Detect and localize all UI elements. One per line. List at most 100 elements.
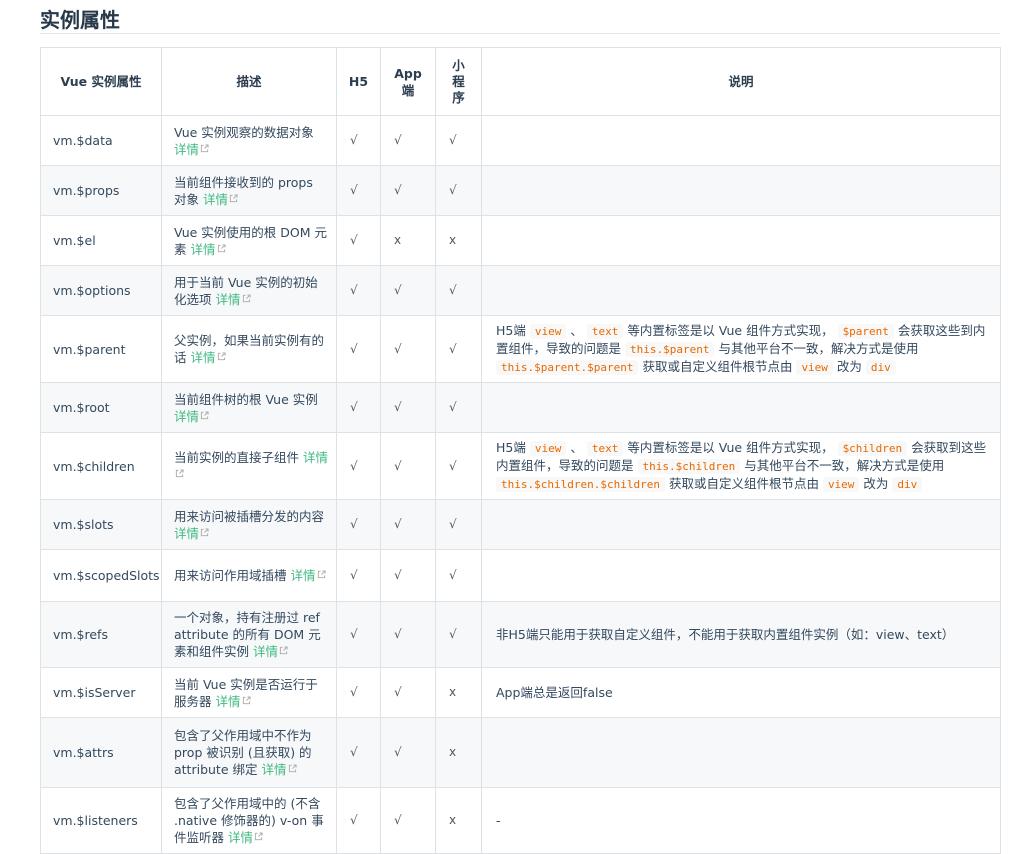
h5-support: √: [336, 499, 381, 550]
inline-code: this.$parent: [625, 342, 715, 357]
app-support: √: [380, 499, 436, 550]
app-support: √: [380, 667, 436, 718]
h5-support: √: [336, 115, 381, 166]
details-link-label: 详情: [174, 408, 200, 424]
app-support: √: [380, 601, 436, 668]
notes-cell: [481, 549, 1001, 602]
header-description: 描述: [161, 47, 337, 116]
app-support: √: [380, 265, 436, 316]
description-text: 当前组件接收到的 props 对象: [174, 174, 313, 207]
app-support: x: [380, 215, 436, 266]
notes-cell: [481, 115, 1001, 166]
h5-support: √: [336, 165, 381, 216]
details-link[interactable]: 详情: [174, 526, 209, 541]
notes-cell: [481, 265, 1001, 316]
description-cell: 当前实例的直接子组件 详情: [161, 432, 337, 500]
h5-support: √: [336, 549, 381, 602]
table-row: vm.$options 用于当前 Vue 实例的初始化选项 详情 √ √ √: [40, 265, 1001, 316]
h5-support: √: [336, 601, 381, 668]
property-name: vm.$slots: [40, 499, 162, 550]
details-link-label: 详情: [261, 762, 287, 777]
description-text: 用来访问被插槽分发的内容: [174, 508, 325, 524]
miniprogram-support: √: [435, 382, 482, 433]
miniprogram-support: √: [435, 601, 482, 668]
property-name: vm.$listeners: [40, 787, 162, 854]
property-name: vm.$root: [40, 382, 162, 433]
table-row: vm.$el Vue 实例使用的根 DOM 元素 详情 √ x x: [40, 215, 1001, 266]
details-link[interactable]: 详情: [291, 568, 326, 583]
description-cell: Vue 实例观察的数据对象 详情: [161, 115, 337, 166]
external-link-icon: [229, 193, 238, 202]
details-link[interactable]: 详情: [191, 350, 226, 365]
header-mp-line: 小: [452, 57, 465, 73]
inline-code: $children: [837, 441, 908, 456]
property-name: vm.$options: [40, 265, 162, 316]
table-row: vm.$slots 用来访问被插槽分发的内容 详情 √ √ √: [40, 499, 1001, 550]
note-text: H5端: [496, 323, 526, 338]
miniprogram-support: x: [435, 667, 482, 718]
external-link-icon: [200, 527, 209, 536]
miniprogram-support: √: [435, 115, 482, 166]
details-link[interactable]: 详情: [253, 644, 288, 659]
details-link-label: 详情: [253, 644, 279, 659]
note-text: 获取或自定义组件根节点由: [642, 359, 793, 374]
external-link-icon: [217, 352, 226, 361]
details-link[interactable]: 详情: [174, 409, 209, 424]
property-name: vm.$el: [40, 215, 162, 266]
details-link-label: 详情: [215, 693, 241, 709]
h5-support: √: [336, 787, 381, 854]
header-h5: H5: [336, 47, 381, 116]
details-link-label: 详情: [190, 350, 216, 365]
table-row: vm.$children 当前实例的直接子组件 详情 √ √ √ H5端 view 、 t…: [40, 432, 1001, 500]
details-link[interactable]: 详情: [191, 242, 226, 257]
table-row: vm.$props 当前组件接收到的 props 对象 详情 √ √ √: [40, 165, 1001, 216]
property-name: vm.$data: [40, 115, 162, 166]
details-link[interactable]: 详情: [203, 192, 238, 207]
details-link[interactable]: 详情: [174, 142, 209, 157]
note-text: 等内置标签是以 Vue 组件方式实现，: [627, 323, 834, 338]
inline-code: view: [796, 360, 833, 375]
inline-code: div: [865, 360, 896, 375]
note-text: 改为: [836, 359, 862, 374]
property-name: vm.$parent: [40, 315, 162, 383]
notes-cell: H5端 view 、 text 等内置标签是以 Vue 组件方式实现， $par…: [481, 315, 1001, 383]
notes-cell: H5端 view 、 text 等内置标签是以 Vue 组件方式实现， $chi…: [481, 432, 1001, 500]
table-row: vm.$isServer 当前 Vue 实例是否运行于服务器 详情 √ √ x App端总…: [40, 667, 1001, 718]
inline-code: div: [892, 477, 923, 492]
note-text: 非H5端只能用于获取自定义组件，不能用于获取内置组件实例（如：view、text…: [496, 627, 955, 642]
h5-support: √: [336, 667, 381, 718]
details-link-label: 详情: [203, 191, 229, 207]
header-app-line: 端: [401, 82, 415, 98]
inline-code: $parent: [837, 324, 894, 339]
details-link[interactable]: 详情: [261, 762, 297, 777]
table-row: vm.$listeners 包含了父作用域中的 (不含 .native 修饰器的)…: [40, 787, 1001, 854]
details-link[interactable]: 详情: [216, 292, 251, 307]
app-support: √: [380, 432, 436, 500]
description-cell: 一个对象，持有注册过 ref attribute 的所有 DOM 元素和组件实例…: [161, 601, 337, 668]
note-text: App端总是返回false: [496, 685, 613, 700]
header-notes: 说明: [481, 47, 1001, 116]
details-link[interactable]: 详情: [216, 694, 251, 709]
h5-support: √: [336, 432, 381, 500]
h5-support: √: [336, 265, 381, 316]
external-link-icon: [279, 646, 288, 655]
miniprogram-support: √: [435, 499, 482, 550]
title-divider: [40, 33, 1000, 34]
page-title: 实例属性: [40, 8, 120, 32]
external-link-icon: [217, 243, 226, 252]
property-name: vm.$refs: [40, 601, 162, 668]
instance-properties-table: Vue 实例属性 描述 H5 App 端 小程序 说明 vm.$data Vue 实…: [40, 47, 1001, 854]
external-link-icon: [242, 695, 251, 704]
note-text: -: [496, 813, 501, 828]
inline-code: this.$children.$children: [496, 477, 665, 492]
description-cell: 用来访问作用域插槽 详情: [161, 549, 337, 602]
miniprogram-support: √: [435, 315, 482, 383]
notes-cell: App端总是返回false: [481, 667, 1001, 718]
app-support: √: [380, 115, 436, 166]
description-cell: 父实例，如果当前实例有的话 详情: [161, 315, 337, 383]
note-text: 与其他平台不一致，解决方式是使用: [718, 341, 919, 356]
notes-cell: 非H5端只能用于获取自定义组件，不能用于获取内置组件实例（如：view、text…: [481, 601, 1001, 668]
notes-cell: [481, 717, 1001, 788]
header-mp-line: 程: [452, 73, 465, 89]
inline-code: view: [529, 441, 567, 456]
